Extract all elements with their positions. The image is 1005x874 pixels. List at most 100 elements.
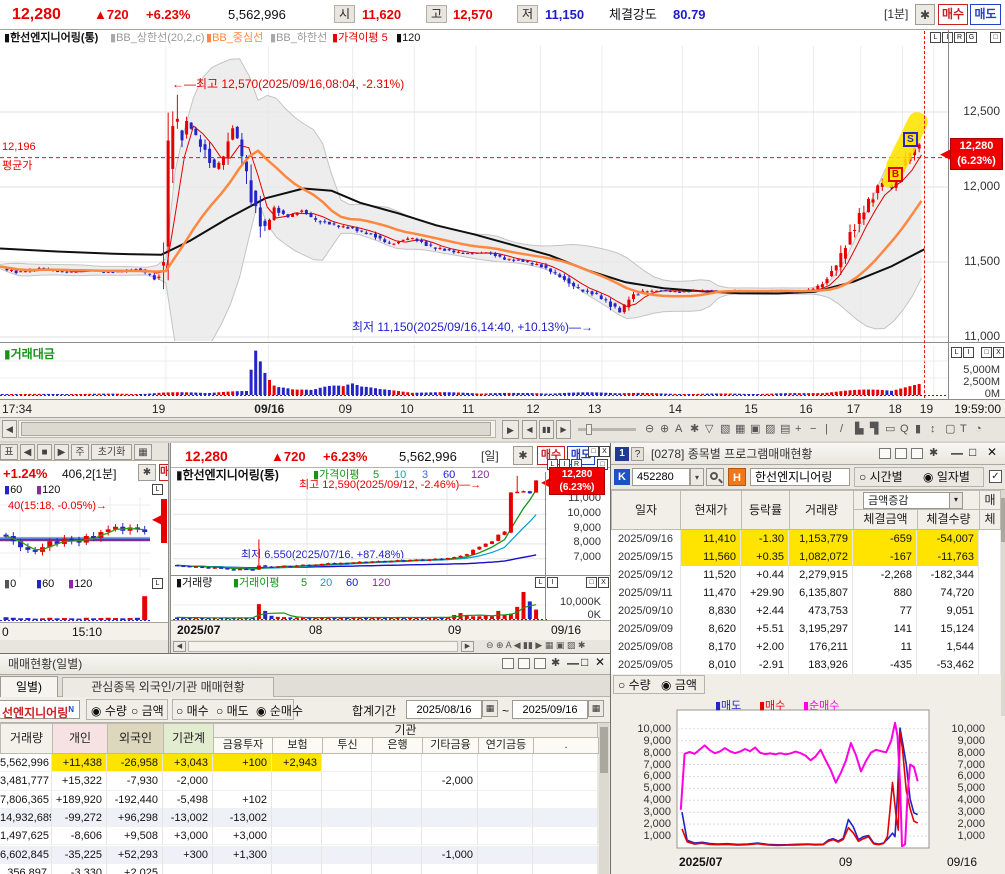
- daily-close-icon[interactable]: X: [599, 446, 610, 457]
- column-header[interactable]: 기타금융: [422, 737, 479, 754]
- prog-table-scrollbar[interactable]: [1001, 490, 1005, 716]
- daily-minimize-icon[interactable]: □: [588, 446, 599, 457]
- chart-tool-icon[interactable]: ⊖: [645, 423, 654, 435]
- corner-restore-icon[interactable]: □: [990, 32, 1001, 43]
- minute-chart[interactable]: [0, 46, 948, 341]
- daily-volume-chart[interactable]: [173, 591, 547, 620]
- chart-tool-icon[interactable]: ▢: [945, 423, 955, 435]
- column-header[interactable]: 연기금등: [478, 737, 534, 754]
- mini-toolbar-button[interactable]: 초기화: [91, 444, 132, 460]
- chart-tool-icon[interactable]: ◔: [975, 423, 982, 435]
- chart-tool-icon[interactable]: Q: [900, 423, 909, 435]
- column-header[interactable]: 기관: [213, 723, 598, 738]
- trade-radio-net[interactable]: ◉ 순매수: [256, 704, 303, 718]
- settings-gear-icon[interactable]: ✱: [915, 4, 935, 25]
- mini-toolbar-button[interactable]: 표: [0, 444, 18, 460]
- scrollbar-thumb[interactable]: [21, 422, 491, 436]
- calendar-icon-from[interactable]: ▦: [482, 700, 498, 717]
- mini-toolbar-button[interactable]: ◀: [20, 444, 35, 460]
- chart-tool-icon[interactable]: ⊕: [660, 423, 669, 435]
- chart-tool-icon[interactable]: |: [825, 423, 828, 435]
- chart-tool-icon[interactable]: ✱: [690, 423, 699, 435]
- chart-tool-icon[interactable]: A: [675, 423, 682, 435]
- mini-toolbar-button[interactable]: ■: [37, 444, 52, 460]
- chart-tool-icon[interactable]: ▨: [765, 423, 775, 435]
- vol-corner-close[interactable]: X: [993, 347, 1004, 358]
- corner-box-G[interactable]: G: [966, 32, 977, 43]
- vol-corner-restore[interactable]: □: [981, 347, 992, 358]
- trade-new-window-icon[interactable]: [502, 658, 514, 669]
- buy-button[interactable]: 매수: [938, 4, 968, 25]
- column-header[interactable]: 외국인: [107, 723, 164, 754]
- trade-radio-sell[interactable]: ○ 매도: [216, 704, 249, 718]
- column-header[interactable]: .: [533, 737, 599, 754]
- chart-tool-icon[interactable]: /: [840, 423, 843, 435]
- date-to-input[interactable]: 2025/09/16: [512, 700, 588, 719]
- chart-tool-icon[interactable]: ↕: [930, 423, 936, 435]
- column-header[interactable]: 개인: [52, 723, 108, 754]
- tab-daily[interactable]: 일별): [0, 676, 58, 697]
- date-from-input[interactable]: 2025/08/16: [406, 700, 482, 719]
- chart-tool-icon[interactable]: ▤: [780, 423, 790, 435]
- daily-scroll-left[interactable]: ◀: [173, 641, 186, 652]
- daily-vol-min[interactable]: □: [586, 577, 597, 588]
- chart-tool-icon[interactable]: ▭: [885, 423, 895, 435]
- mini-toolbar-button[interactable]: ▦: [134, 444, 152, 460]
- mini-corner-l2[interactable]: L: [152, 578, 163, 589]
- chart-tool-icon[interactable]: ▽: [705, 423, 713, 435]
- vol-corner-i[interactable]: I: [963, 347, 974, 358]
- mini-volume-chart[interactable]: [0, 591, 150, 622]
- daily-gear-icon[interactable]: ✱: [513, 446, 533, 465]
- chart-tool-icon[interactable]: ▣: [750, 423, 760, 435]
- mini-corner-l[interactable]: L: [152, 484, 163, 495]
- trade-settings-icon[interactable]: ✱: [551, 657, 560, 669]
- mini-toolbar-button[interactable]: 주: [71, 444, 89, 460]
- daily-scrollbar[interactable]: [188, 641, 458, 652]
- radio-amount[interactable]: ◉ 금액: [661, 678, 697, 692]
- chart-tool-icon[interactable]: ▧: [720, 423, 730, 435]
- vol-corner-l[interactable]: L: [951, 347, 962, 358]
- trade-radio-amt[interactable]: ○ 금액: [131, 704, 164, 718]
- trade-capture-icon[interactable]: [534, 658, 546, 669]
- trade-clone-icon[interactable]: [518, 658, 530, 669]
- chart-tool-icon[interactable]: T: [960, 423, 967, 435]
- daily-vol-i[interactable]: I: [547, 577, 558, 588]
- mini-buy-button-clipped[interactable]: 매: [159, 464, 168, 481]
- column-header[interactable]: 거래량: [0, 723, 53, 754]
- daily-vol-close[interactable]: X: [598, 577, 609, 588]
- column-header[interactable]: 투신: [322, 737, 373, 754]
- trade-radio-qty[interactable]: ◉ 수량: [91, 704, 127, 718]
- daily-scroll-right[interactable]: ▶: [461, 641, 474, 652]
- column-header[interactable]: 금융투자: [213, 737, 273, 754]
- sell-button[interactable]: 매도: [970, 4, 1001, 25]
- radio-quantity[interactable]: ○ 수량: [618, 678, 651, 692]
- calendar-icon-to[interactable]: ▦: [588, 700, 604, 717]
- chart-tool-icon[interactable]: ▮: [915, 423, 921, 435]
- trade-maximize-icon[interactable]: □: [581, 655, 588, 669]
- dropdown-arrow-icon[interactable]: ▾: [949, 493, 962, 508]
- column-header[interactable]: 기관계: [163, 723, 214, 754]
- column-header[interactable]: 은행: [372, 737, 423, 754]
- corner-box-L[interactable]: L: [930, 32, 941, 43]
- trade-radio-buy[interactable]: ○ 매수: [176, 704, 209, 718]
- volume-chart[interactable]: [0, 345, 948, 398]
- play-button[interactable]: ▶: [502, 420, 519, 439]
- chart-tool-icon[interactable]: ▙: [855, 423, 863, 435]
- trade-close-icon[interactable]: ✕: [595, 655, 605, 669]
- slider-thumb[interactable]: [586, 424, 592, 435]
- trade-table-scrollbar[interactable]: [599, 723, 609, 874]
- mini-gear-icon[interactable]: ✱: [138, 464, 156, 481]
- scroll-left-button[interactable]: ◀: [2, 420, 17, 438]
- pause-button[interactable]: ▮▮: [539, 420, 554, 439]
- scrollbar-track[interactable]: [18, 420, 496, 438]
- chart-tool-icon[interactable]: ▦: [735, 423, 745, 435]
- program-trend-chart[interactable]: [613, 696, 1004, 872]
- mini-toolbar-button[interactable]: ▶: [54, 444, 69, 460]
- tab-foreign-institution[interactable]: 관심종목 외국인/기관 매매현황: [62, 677, 274, 697]
- prog-scrollbar-thumb[interactable]: [1001, 498, 1005, 542]
- amount-change-dropdown[interactable]: 금액증감 ▾: [863, 492, 963, 509]
- trade-scrollbar-thumb[interactable]: [600, 727, 608, 773]
- column-header[interactable]: 보험: [272, 737, 323, 754]
- chart-tool-icon[interactable]: −: [810, 423, 816, 435]
- chart-tool-icon[interactable]: +: [795, 423, 801, 435]
